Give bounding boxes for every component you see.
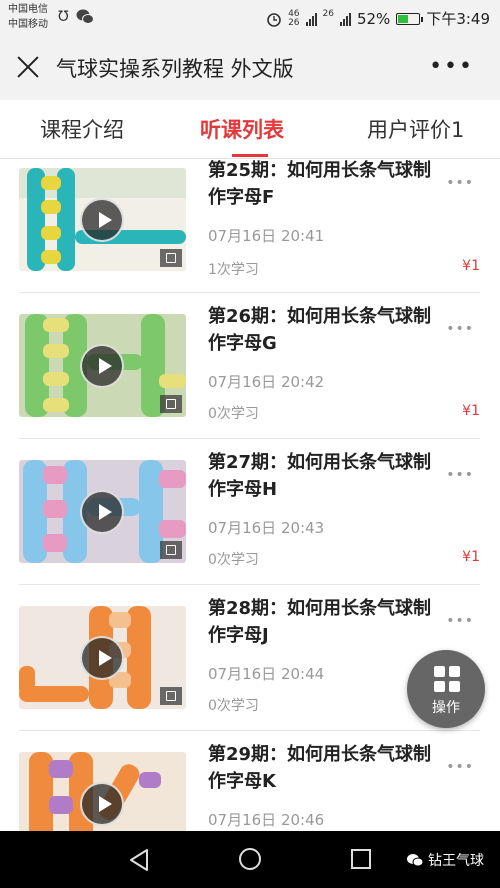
- tab-user-reviews[interactable]: 用户评价1: [367, 114, 464, 144]
- list-item[interactable]: 第29期：如何用长条气球制作字母K 07月16日 20:46 •••: [0, 731, 500, 831]
- list-item[interactable]: 第25期：如何用长条气球制作字母F 07月16日 20:41 1次学习 ¥1 •…: [0, 159, 500, 293]
- wechat-icon: [76, 9, 94, 29]
- lesson-study-count: 1次学习: [208, 262, 259, 278]
- carrier-info: 中国电信 中国移动: [8, 2, 48, 32]
- play-icon[interactable]: [80, 782, 124, 826]
- watermark: 钻王气球: [406, 850, 484, 870]
- network-type-2: 26: [322, 8, 334, 19]
- recents-square-icon[interactable]: [351, 849, 371, 869]
- close-icon[interactable]: [14, 53, 42, 81]
- battery-percent: 52%: [356, 9, 391, 28]
- carrier-2: 中国移动: [8, 19, 48, 30]
- active-tab-indicator: [232, 154, 268, 157]
- lesson-title[interactable]: 第27期：如何用长条气球制作字母H: [208, 449, 438, 503]
- lesson-thumbnail[interactable]: [19, 168, 186, 271]
- lesson-date: 07月16日 20:46: [208, 811, 325, 829]
- alarm-icon: [267, 12, 281, 27]
- signal-icon-1: [305, 12, 317, 26]
- lesson-date: 07月16日 20:41: [208, 227, 325, 245]
- lesson-thumbnail[interactable]: [19, 460, 186, 563]
- home-circle-icon[interactable]: [239, 848, 261, 870]
- tab-bar: 课程介绍 听课列表 用户评价1: [0, 100, 500, 159]
- watermark-text: 钻王气球: [428, 853, 484, 869]
- lesson-more-button[interactable]: •••: [446, 759, 474, 775]
- lesson-date: 07月16日 20:43: [208, 519, 325, 537]
- carrier-1: 中国电信: [8, 4, 48, 15]
- play-icon[interactable]: [80, 344, 124, 388]
- network-type-1: 46 26: [288, 8, 300, 28]
- lesson-more-button[interactable]: •••: [446, 321, 474, 337]
- lesson-study-count: 0次学习: [208, 406, 259, 422]
- play-icon[interactable]: [80, 636, 124, 680]
- lesson-study-count: 0次学习: [208, 698, 259, 714]
- list-item[interactable]: 第26期：如何用长条气球制作字母G 07月16日 20:42 0次学习 ¥1 •…: [0, 293, 500, 439]
- lesson-more-button[interactable]: •••: [446, 175, 474, 191]
- lesson-title[interactable]: 第29期：如何用长条气球制作字母K: [208, 741, 438, 795]
- play-icon[interactable]: [80, 490, 124, 534]
- lesson-price: ¥1: [462, 403, 480, 419]
- back-triangle-icon[interactable]: [128, 848, 150, 872]
- wechat-logo-icon: [406, 854, 424, 867]
- battery-icon: [396, 12, 424, 25]
- lesson-date: 07月16日 20:42: [208, 373, 325, 391]
- title-bar: 气球实操系列教程 外文版 •••: [0, 36, 500, 100]
- list-item[interactable]: 第27期：如何用长条气球制作字母H 07月16日 20:43 0次学习 ¥1 •…: [0, 439, 500, 585]
- media-type-icon: [160, 249, 182, 267]
- media-type-icon: [160, 541, 182, 559]
- operation-fab[interactable]: 操作: [407, 650, 485, 728]
- lesson-more-button[interactable]: •••: [446, 467, 474, 483]
- lesson-price: ¥1: [462, 549, 480, 565]
- lesson-thumbnail[interactable]: [19, 314, 186, 417]
- fab-label: 操作: [432, 700, 460, 716]
- grid-icon: [434, 666, 460, 692]
- lesson-title[interactable]: 第26期：如何用长条气球制作字母G: [208, 303, 438, 357]
- signal-icon-2: [339, 12, 351, 26]
- system-nav-bar: 钻王气球: [0, 831, 500, 888]
- tab-course-intro[interactable]: 课程介绍: [40, 114, 124, 144]
- play-icon[interactable]: [80, 198, 124, 242]
- status-bar: 中国电信 中国移动 Ʊ 46 26 26 52% 下午3:49: [0, 0, 500, 36]
- lesson-title[interactable]: 第25期：如何用长条气球制作字母F: [208, 159, 438, 211]
- lesson-price: ¥1: [462, 258, 480, 274]
- media-type-icon: [160, 687, 182, 705]
- lesson-study-count: 0次学习: [208, 552, 259, 568]
- lesson-more-button[interactable]: •••: [446, 613, 474, 629]
- status-right: 46 26 26 52% 下午3:49: [266, 8, 490, 29]
- notification-app-icon: Ʊ: [58, 9, 69, 25]
- media-type-icon: [160, 395, 182, 413]
- lesson-title[interactable]: 第28期：如何用长条气球制作字母J: [208, 595, 438, 649]
- more-menu-button[interactable]: •••: [429, 54, 474, 79]
- page-title: 气球实操系列教程 外文版: [56, 57, 294, 81]
- lesson-date: 07月16日 20:44: [208, 665, 325, 683]
- tab-lesson-list[interactable]: 听课列表: [200, 114, 284, 144]
- lesson-thumbnail[interactable]: [19, 606, 186, 709]
- clock: 下午3:49: [426, 10, 490, 28]
- lesson-thumbnail[interactable]: [19, 752, 186, 831]
- lesson-list: 第25期：如何用长条气球制作字母F 07月16日 20:41 1次学习 ¥1 •…: [0, 159, 500, 831]
